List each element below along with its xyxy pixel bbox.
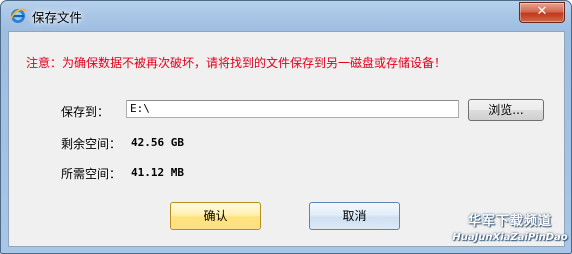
warning-message: 注意：为确保数据不被再次破坏，请将找到的文件保存到另一磁盘或存储设备！	[26, 56, 447, 70]
required-space-value: 41.12 MB	[131, 166, 184, 179]
save-path-input[interactable]	[126, 100, 459, 118]
free-space-label: 剩余空间：	[61, 137, 122, 151]
required-space-label: 所需空间：	[61, 167, 122, 181]
window-title: 保存文件	[32, 10, 83, 25]
ie-globe-icon	[10, 8, 27, 23]
free-space-value: 42.56 GB	[131, 136, 184, 149]
ok-button[interactable]: 确认	[170, 202, 261, 230]
close-button[interactable]: ✕	[519, 2, 565, 23]
title-bar[interactable]: 保存文件 ✕	[1, 1, 571, 31]
watermark-line1: 华军下载频道	[467, 214, 552, 229]
save-file-dialog: 保存文件 ✕ 注意：为确保数据不被再次破坏，请将找到的文件保存到另一磁盘或存储设…	[0, 0, 572, 254]
watermark-line2: HuaJunXiaZaiPinDao	[452, 232, 568, 243]
close-icon: ✕	[536, 4, 548, 19]
browse-button[interactable]: 浏览...	[468, 99, 544, 121]
cancel-button[interactable]: 取消	[309, 202, 400, 230]
save-to-label: 保存到：	[61, 105, 110, 119]
watermark: 华军下载频道 HuaJunXiaZaiPinDao	[449, 213, 571, 253]
